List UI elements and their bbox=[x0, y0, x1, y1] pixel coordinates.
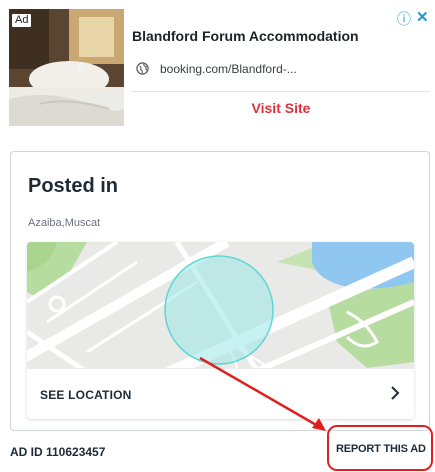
ad-title[interactable]: Blandford Forum Accommodation bbox=[132, 28, 359, 44]
location-text: Azaiba,Muscat bbox=[28, 217, 101, 229]
close-icon[interactable]: ✕ bbox=[416, 10, 429, 26]
see-location-button[interactable]: SEE LOCATION bbox=[27, 368, 414, 419]
globe-icon bbox=[136, 62, 149, 75]
posted-in-heading: Posted in bbox=[28, 175, 119, 197]
highlight-box bbox=[327, 425, 433, 471]
visit-site-button[interactable]: Visit Site bbox=[132, 100, 430, 116]
see-location-label: SEE LOCATION bbox=[40, 388, 132, 402]
ad-url[interactable]: booking.com/Blandford-... bbox=[160, 62, 297, 76]
info-icon[interactable]: ⓘ bbox=[397, 11, 411, 27]
ad-badge: Ad bbox=[12, 14, 32, 27]
posted-in-card: Posted in Azaiba,Muscat SEE LOCATION bbox=[10, 151, 430, 431]
chevron-right-icon bbox=[391, 386, 400, 400]
location-map[interactable]: SEE LOCATION bbox=[27, 242, 414, 419]
sponsored-ad[interactable]: Ad ⓘ ✕ Blandford Forum Accommodation boo… bbox=[0, 0, 435, 134]
ad-id-text: AD ID 110623457 bbox=[10, 445, 106, 459]
ad-divider bbox=[132, 91, 430, 92]
